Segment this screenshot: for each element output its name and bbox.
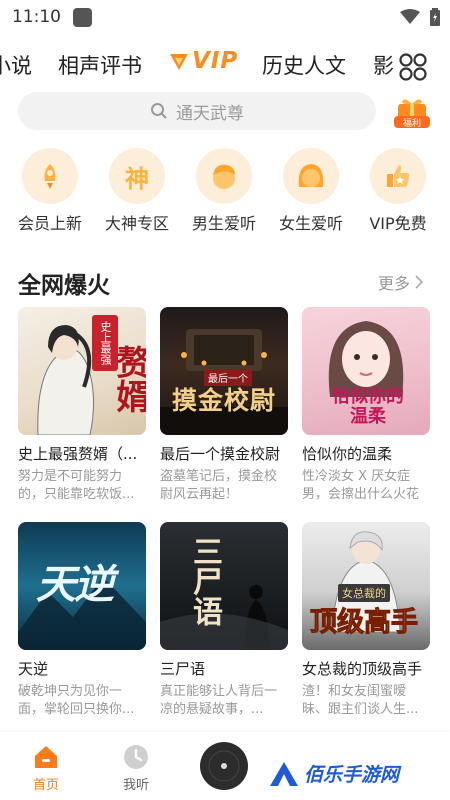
quick-item-female-listen[interactable]: 女生爱听	[268, 148, 354, 234]
battery-icon	[430, 8, 440, 26]
category-tabs: 小说 相声评书 VIP 历史人文 影	[0, 40, 450, 90]
cover-title: 摸金校尉	[172, 386, 277, 415]
thumbs-up-icon	[370, 148, 426, 204]
book-card[interactable]: 天逆 天逆 破乾坤只为见你一面，掌轮回只换你...	[18, 522, 146, 719]
book-cover[interactable]: 天逆	[18, 522, 146, 650]
rocket-icon	[22, 148, 78, 204]
section-title: 全网爆火	[18, 273, 110, 299]
more-link[interactable]: 更多	[378, 270, 424, 294]
book-card[interactable]: 三尸语 三尸语 真正能够让人背后一凉的悬疑故事，...	[160, 522, 288, 719]
all-categories-grid-icon[interactable]	[398, 52, 428, 82]
god-badge-icon: 神	[109, 148, 165, 204]
cover-title: 天逆	[36, 561, 114, 608]
gift-icon[interactable]: 福利	[392, 96, 432, 132]
tab-film[interactable]: 影	[373, 50, 394, 80]
book-title: 恰似你的温柔	[302, 445, 393, 463]
vip-crown-icon	[170, 54, 188, 70]
book-cover[interactable]: 恰似你的温柔	[302, 307, 430, 435]
book-title: 最后一个摸金校尉	[160, 445, 281, 463]
quick-label: 女生爱听	[278, 214, 343, 233]
quick-label: VIP免费	[369, 214, 427, 233]
book-desc: 性冷淡女 X 厌女症男，会擦出什么火花	[302, 469, 420, 502]
book-desc: 盗墓笔记后，摸金校尉风云再起！	[160, 469, 278, 502]
notification-app-icon	[73, 7, 92, 27]
quick-label: 会员上新	[17, 214, 82, 233]
book-cover[interactable]: 三尸语	[160, 522, 288, 650]
status-indicators	[400, 8, 440, 26]
tab-vip[interactable]: VIP	[168, 48, 238, 74]
watermark-logo-icon	[270, 761, 298, 786]
book-title: 三尸语	[160, 660, 206, 678]
watermark: 佰乐手游网	[270, 760, 399, 787]
status-time: 11:10	[12, 7, 61, 27]
more-label: 更多	[378, 274, 411, 293]
quick-label: 男生爱听	[191, 214, 256, 233]
book-cover[interactable]: 史上最强 赘婿	[18, 307, 146, 435]
male-face-icon	[196, 148, 252, 204]
bottom-nav: 首页 我听 佰乐手游网	[0, 732, 450, 800]
book-card[interactable]: 女总裁的 顶级高手 女总裁的顶级高手 渣！和女友闺蜜暧昧、跟主们谈人生...	[302, 522, 430, 719]
female-face-icon	[283, 148, 339, 204]
chevron-right-icon	[415, 275, 424, 289]
book-desc: 努力是不可能努力的，只能靠吃软饭...	[18, 469, 135, 502]
book-card[interactable]: 恰似你的温柔 恰似你的温柔 性冷淡女 X 厌女症男，会擦出什么火花	[302, 307, 430, 504]
book-cover[interactable]: 最后一个 摸金校尉	[160, 307, 288, 435]
tab-history[interactable]: 历史人文	[262, 50, 346, 80]
book-desc: 渣！和女友闺蜜暧昧、跟主们谈人生...	[302, 684, 419, 717]
vinyl-disc-icon	[202, 744, 246, 788]
gift-label: 福利	[403, 117, 421, 129]
book-title: 史上最强赘婿（...	[18, 445, 138, 463]
tab-vip-label: VIP	[192, 48, 239, 74]
quick-item-member-new[interactable]: 会员上新	[7, 148, 93, 234]
status-bar: 11:10	[0, 0, 450, 34]
quick-item-male-listen[interactable]: 男生爱听	[181, 148, 267, 234]
quick-item-master-zone[interactable]: 神 大神专区	[94, 148, 180, 234]
cover-title: 三尸语	[187, 536, 222, 626]
book-card[interactable]: 最后一个 摸金校尉 最后一个摸金校尉 盗墓笔记后，摸金校尉风云再起！	[160, 307, 288, 504]
quick-label: 大神专区	[104, 214, 169, 233]
tab-crosstalk[interactable]: 相声评书	[58, 50, 142, 80]
home-icon	[35, 746, 57, 768]
wifi-icon	[400, 9, 420, 24]
book-desc: 破乾坤只为见你一面，掌轮回只换你...	[18, 684, 135, 717]
book-card[interactable]: 史上最强 赘婿 史上最强赘婿（... 努力是不可能努力的，只能靠吃软饭...	[18, 307, 146, 504]
book-desc: 真正能够让人背后一凉的悬疑故事，...	[160, 684, 278, 717]
cover-title: 恰似你的温柔	[332, 386, 404, 427]
search-input[interactable]: 通天武尊	[18, 92, 376, 130]
cover-title: 赘婿	[110, 345, 146, 413]
quick-categories: 会员上新 神 大神专区 男生爱听 女生爱听 VIP免费	[0, 148, 450, 238]
book-title: 女总裁的顶级高手	[302, 660, 423, 678]
search-placeholder: 通天武尊	[176, 103, 244, 124]
watermark-text: 佰乐手游网	[304, 764, 400, 786]
book-title: 天逆	[18, 660, 49, 678]
clock-icon	[124, 745, 148, 769]
search-row: 通天武尊 福利	[0, 92, 450, 132]
quick-item-vip-free[interactable]: VIP免费	[355, 148, 441, 234]
cover-title: 顶级高手	[310, 607, 419, 639]
book-cover[interactable]: 女总裁的 顶级高手	[302, 522, 430, 650]
nav-home[interactable]: 首页	[16, 744, 76, 793]
search-icon	[151, 103, 167, 119]
player-disc-button[interactable]	[200, 742, 248, 790]
nav-home-label: 首页	[32, 778, 59, 793]
nav-listen-label: 我听	[122, 778, 149, 793]
nav-listen[interactable]: 我听	[106, 744, 166, 793]
tab-novel[interactable]: 小说	[0, 50, 32, 80]
